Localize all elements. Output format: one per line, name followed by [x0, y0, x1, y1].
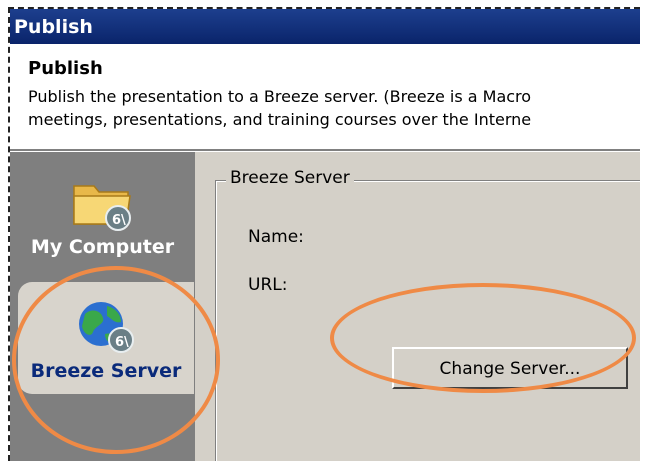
header-description-line-2: meetings, presentations, and training co… — [28, 110, 532, 129]
globe-icon: 6\ — [79, 302, 134, 353]
sidebar-item-my-computer[interactable]: 6\ My Computer — [10, 174, 195, 274]
change-server-button[interactable]: Change Server... — [392, 347, 628, 389]
dialog-header: Publish Publish the presentation to a Br… — [10, 44, 640, 149]
header-description: Publish the presentation to a Breeze ser… — [28, 85, 640, 131]
content-panel: Breeze Server Name: URL: Change Server..… — [195, 152, 640, 461]
svg-text:6\: 6\ — [115, 335, 129, 350]
header-description-line-1: Publish the presentation to a Breeze ser… — [28, 87, 532, 106]
sidebar-item-label: My Computer — [30, 236, 175, 258]
group-label: Breeze Server — [226, 168, 354, 188]
name-label: Name: — [248, 227, 304, 247]
sidebar: 6\ My Computer 6\ Breeze Server — [10, 152, 195, 461]
sidebar-item-label: Breeze Server — [30, 360, 182, 382]
window-title: Publish — [14, 15, 93, 38]
url-label: URL: — [248, 275, 288, 295]
header-title: Publish — [28, 58, 103, 79]
window-title-bar: Publish — [10, 9, 640, 44]
svg-text:6\: 6\ — [112, 213, 126, 228]
breeze-server-group: Breeze Server Name: URL: Change Server..… — [215, 168, 640, 461]
publish-dialog: Publish Publish Publish the presentation… — [8, 7, 640, 461]
sidebar-item-breeze-server[interactable]: 6\ Breeze Server — [18, 282, 194, 394]
folder-icon: 6\ — [72, 185, 131, 231]
